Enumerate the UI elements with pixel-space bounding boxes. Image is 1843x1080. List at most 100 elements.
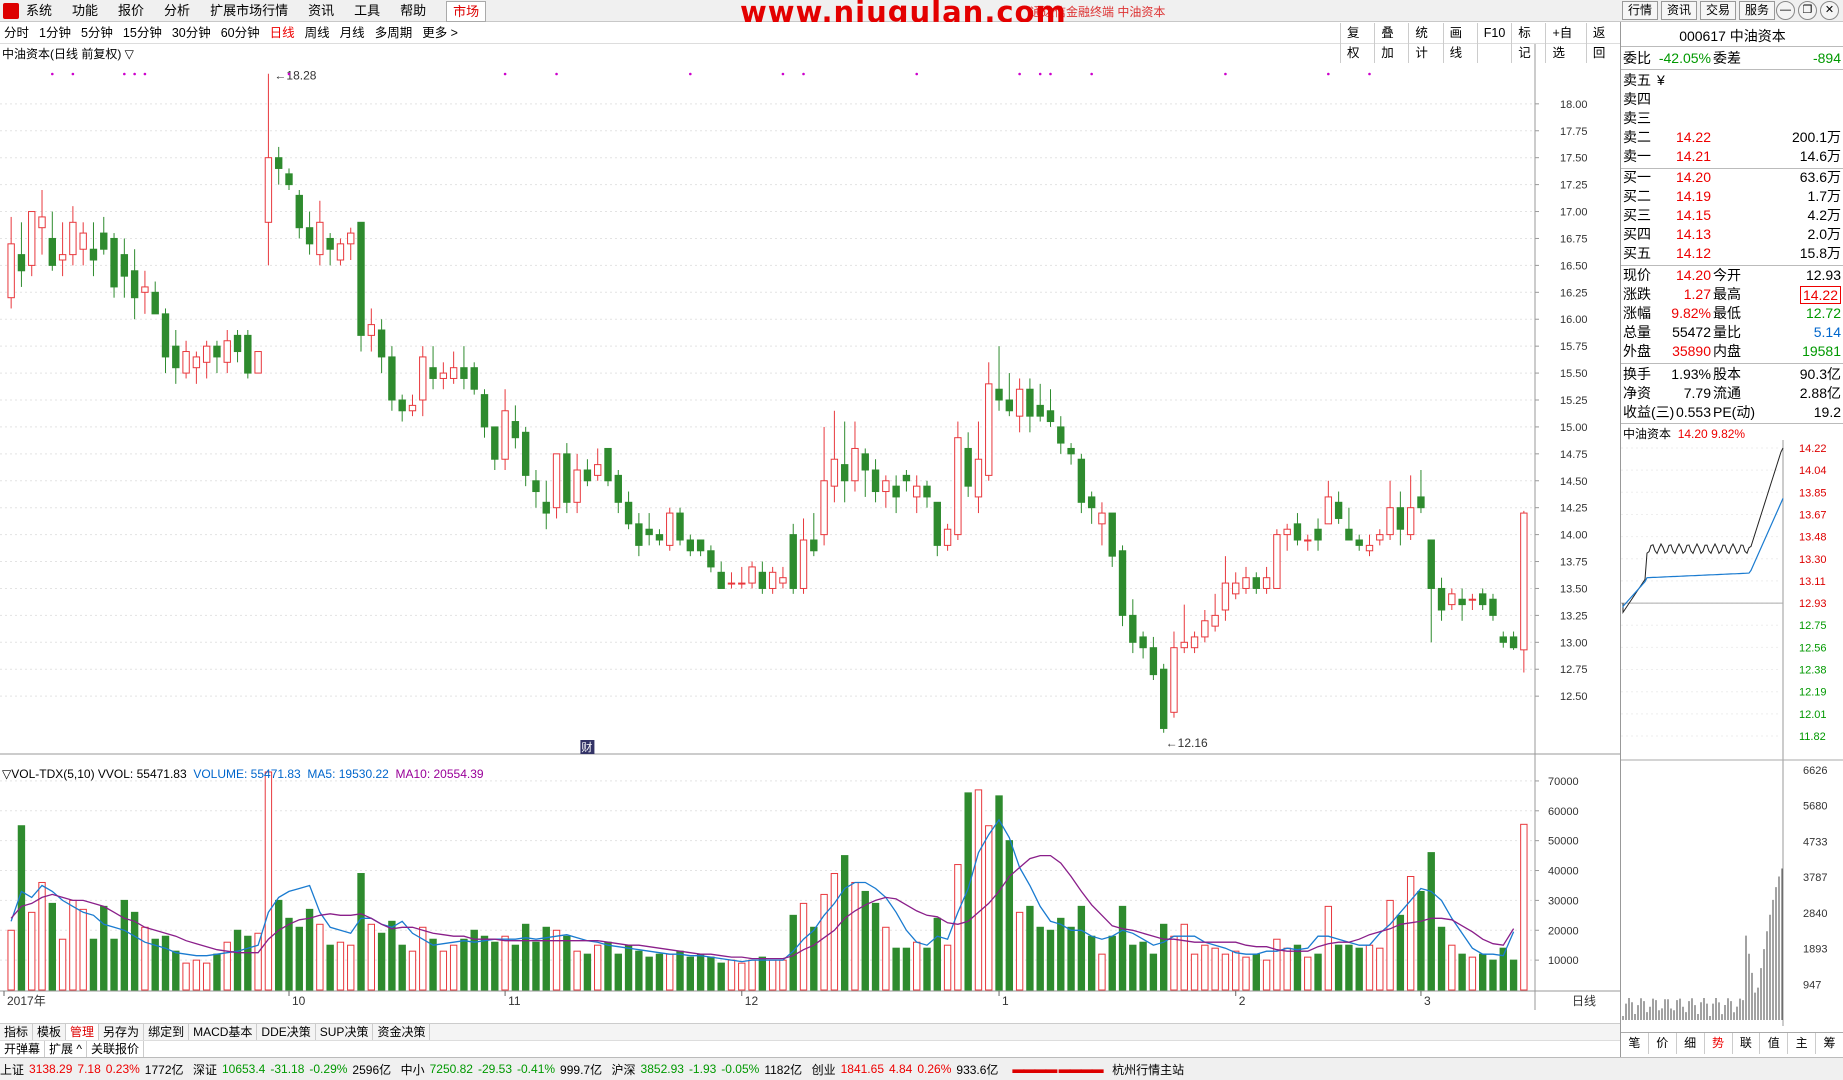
volume-bar [336, 941, 345, 991]
tab-indicator[interactable]: 指标 [0, 1024, 34, 1040]
candle-body [449, 367, 458, 379]
mini-tab-ticks[interactable]: 笔 [1621, 1033, 1649, 1054]
volume-bar [768, 959, 777, 991]
server-station[interactable]: 杭州行情主站 [1112, 1061, 1184, 1078]
tab-sup[interactable]: SUP决策 [316, 1024, 374, 1040]
event-dot [123, 72, 126, 76]
candle-body [789, 534, 797, 589]
mini-tab-main[interactable]: 主 [1788, 1033, 1817, 1054]
top-button-service[interactable]: 服务 [1739, 1, 1776, 20]
candle-body [223, 340, 231, 363]
period-timeshare[interactable]: 分时 [4, 22, 29, 44]
index-sh-label[interactable]: 上证 [0, 1061, 24, 1078]
tab-manage[interactable]: 管理 [66, 1024, 100, 1040]
volume-bar [583, 953, 592, 991]
close-icon[interactable]: ✕ [1820, 1, 1839, 20]
candle-body [213, 345, 221, 358]
volume-bar [213, 953, 221, 991]
volume-bar [1417, 890, 1425, 991]
price-tick-label: 17.50 [1560, 153, 1588, 165]
candle-body [17, 254, 26, 272]
volume-bar [28, 911, 36, 991]
menu-help[interactable]: 帮助 [400, 0, 426, 22]
period-30min[interactable]: 30分钟 [172, 22, 211, 44]
candle-body [460, 367, 468, 379]
restore-icon[interactable]: ❐ [1798, 1, 1817, 20]
kline-chart[interactable]: 18.00 17.75 17.50 17.25 17.00 16.75 16.50 16.25… [0, 44, 1620, 1022]
period-5min[interactable]: 5分钟 [81, 22, 113, 44]
menu-function[interactable]: 功能 [72, 0, 98, 22]
menu-analysis[interactable]: 分析 [164, 0, 190, 22]
mini-tab-detail[interactable]: 细 [1677, 1033, 1705, 1054]
tab-macd[interactable]: MACD基本 [189, 1024, 258, 1040]
period-monthly[interactable]: 月线 [340, 22, 365, 44]
market-button[interactable]: 市场 [446, 1, 487, 22]
date-axis-label: 1 [1002, 994, 1009, 1008]
extend-button[interactable]: 扩展 ^ [45, 1041, 87, 1057]
index-zx-label[interactable]: 中小 [401, 1061, 425, 1078]
minimize-icon[interactable]: — [1776, 1, 1795, 20]
low-price-marker: ←12.16 [1166, 736, 1208, 750]
danmaku-button[interactable]: 开弹幕 [0, 1041, 46, 1057]
period-weekly[interactable]: 周线 [305, 22, 330, 44]
volume-bar [1304, 956, 1312, 991]
price-tick-label: 16.50 [1560, 260, 1588, 272]
mini-tab-chips[interactable]: 筹 [1816, 1033, 1843, 1054]
event-dot [915, 72, 919, 76]
menu-extended-market[interactable]: 扩展市场行情 [210, 0, 288, 22]
period-1min[interactable]: 1分钟 [39, 22, 71, 44]
menu-system[interactable]: 系统 [26, 0, 52, 22]
volume-bar [748, 959, 756, 991]
menu-tools[interactable]: 工具 [354, 0, 380, 22]
volume-bar [1386, 899, 1394, 991]
period-15min[interactable]: 15分钟 [123, 22, 162, 44]
period-multi[interactable]: 多周期 [375, 22, 413, 44]
price-tick-label: 14.00 [1560, 530, 1588, 542]
volume-bar [686, 956, 695, 991]
volume-bar [1355, 947, 1363, 991]
tab-fund[interactable]: 资金决策 [373, 1024, 431, 1040]
candle-body [604, 447, 612, 482]
volume-bar [1221, 953, 1230, 991]
tab-bind-to[interactable]: 绑定到 [144, 1024, 190, 1040]
tab-dde[interactable]: DDE决策 [257, 1024, 316, 1040]
date-axis-label: 11 [508, 994, 521, 1008]
volume-bar [429, 938, 437, 991]
intraday-mini-chart[interactable]: 14.22 14.04 13.85 13.67 13.48 13.30 13.11 12.93… [1621, 440, 1843, 1030]
period-60min[interactable]: 60分钟 [221, 22, 260, 44]
candle-body [1201, 620, 1209, 638]
candle-body [1098, 512, 1106, 525]
volume-bar [295, 926, 303, 991]
related-quote-button[interactable]: 关联报价 [87, 1041, 144, 1057]
index-hs-label[interactable]: 沪深 [612, 1061, 636, 1078]
volume-bar [1448, 944, 1456, 991]
mini-tab-trend[interactable]: 势 [1705, 1033, 1733, 1054]
menu-news[interactable]: 资讯 [308, 0, 334, 22]
sell-1-row: 卖一 14.21 14.6万 [1623, 148, 1841, 164]
tab-save-as[interactable]: 另存为 [99, 1024, 145, 1040]
index-sz-label[interactable]: 深证 [193, 1061, 217, 1078]
candle-body [28, 211, 36, 266]
top-button-trade[interactable]: 交易 [1700, 1, 1737, 20]
volume-bar [161, 935, 170, 991]
candle-body [954, 437, 962, 536]
candle-body [799, 539, 808, 589]
index-cy-label[interactable]: 创业 [812, 1061, 836, 1078]
mini-tab-related[interactable]: 联 [1733, 1033, 1761, 1054]
menu-quote[interactable]: 报价 [118, 0, 144, 22]
tab-template[interactable]: 模板 [33, 1024, 67, 1040]
mini-tab-value[interactable]: 值 [1760, 1033, 1789, 1054]
candle-body [882, 480, 890, 493]
period-daily[interactable]: 日线 [270, 22, 295, 44]
mini-tab-price[interactable]: 价 [1649, 1033, 1677, 1054]
candle-body [645, 528, 653, 536]
date-axis-label: 12 [745, 994, 759, 1008]
volume-bar [1046, 929, 1055, 991]
candle-body [233, 334, 242, 353]
candle-body [1262, 577, 1271, 589]
period-more[interactable]: 更多 > [422, 22, 458, 44]
candle-body [943, 528, 952, 546]
top-button-quotes[interactable]: 行情 [1622, 1, 1659, 20]
candle-body [1252, 577, 1260, 589]
top-button-news[interactable]: 资讯 [1661, 1, 1698, 20]
